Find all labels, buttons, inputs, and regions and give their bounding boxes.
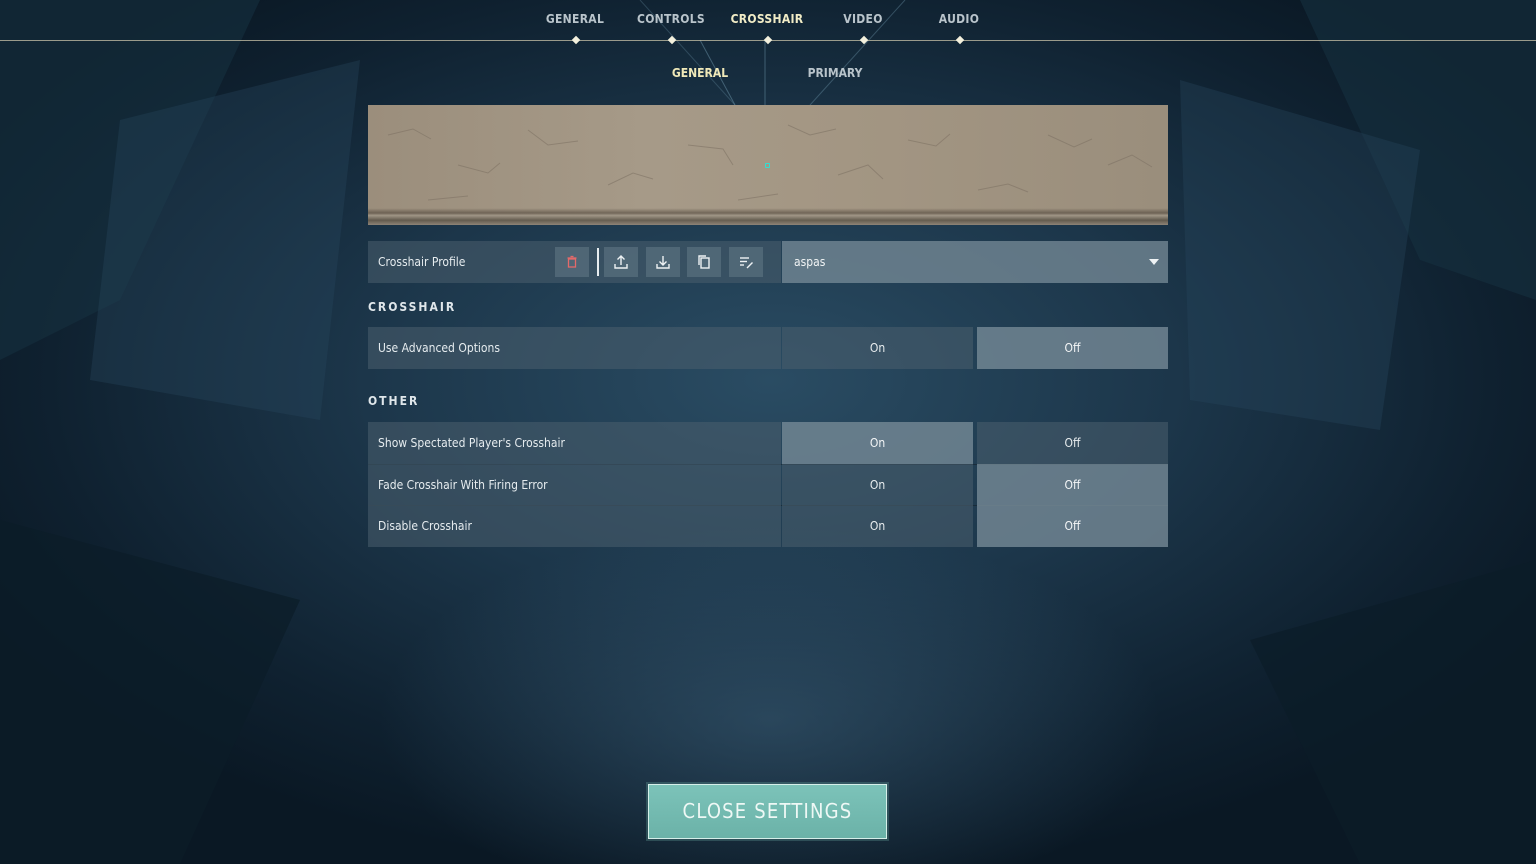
rename-profile-button[interactable]: [729, 247, 763, 277]
chevron-down-icon: [1149, 259, 1159, 265]
section-title-other: OTHER: [368, 394, 420, 408]
tab-general-marker: [571, 35, 581, 45]
profile-dropdown[interactable]: aspas: [782, 241, 1168, 283]
copy-icon: [698, 255, 710, 269]
disable-crosshair-on-button[interactable]: On: [782, 505, 973, 547]
profile-dropdown-value: aspas: [794, 255, 826, 269]
import-profile-button[interactable]: [646, 247, 680, 277]
advanced-options-off-button[interactable]: Off: [977, 327, 1168, 369]
top-nav: GENERAL CONTROLS CROSSHAIR VIDEO AUDIO: [0, 0, 1536, 45]
duplicate-profile-button[interactable]: [687, 247, 721, 277]
download-icon: [656, 256, 670, 269]
subtab-primary[interactable]: PRIMARY: [775, 66, 895, 80]
setting-row-fade-crosshair: Fade Crosshair With Firing Error On Off: [368, 464, 1168, 506]
delete-profile-button[interactable]: [555, 247, 589, 277]
disable-crosshair-off-button[interactable]: Off: [977, 505, 1168, 547]
crosshair-dot: [765, 163, 770, 168]
export-profile-button[interactable]: [604, 247, 638, 277]
setting-label-advanced-options: Use Advanced Options: [378, 341, 500, 355]
upload-icon: [614, 255, 628, 269]
subtab-general[interactable]: GENERAL: [640, 66, 760, 80]
crosshair-preview: [368, 105, 1168, 225]
setting-row-spectated-crosshair: Show Spectated Player's Crosshair On Off: [368, 422, 1168, 464]
tab-crosshair-marker: [763, 35, 773, 45]
tab-video-marker: [859, 35, 869, 45]
fade-crosshair-off-button[interactable]: Off: [977, 464, 1168, 506]
setting-label-fade-crosshair: Fade Crosshair With Firing Error: [378, 478, 548, 492]
trash-icon: [567, 255, 577, 268]
section-title-crosshair: CROSSHAIR: [368, 300, 457, 314]
crosshair-profile-row: Crosshair Profile aspas: [368, 241, 1168, 283]
toolbar-separator: [597, 248, 599, 276]
fade-crosshair-on-button[interactable]: On: [782, 464, 973, 506]
setting-label-spectated-crosshair: Show Spectated Player's Crosshair: [378, 436, 565, 450]
spectated-crosshair-off-button[interactable]: Off: [977, 422, 1168, 464]
close-settings-button[interactable]: CLOSE SETTINGS: [648, 784, 887, 839]
tab-audio-marker: [955, 35, 965, 45]
advanced-options-on-button[interactable]: On: [782, 327, 973, 369]
setting-row-disable-crosshair: Disable Crosshair On Off: [368, 505, 1168, 547]
spectated-crosshair-on-button[interactable]: On: [782, 422, 973, 464]
tab-controls-marker: [667, 35, 677, 45]
setting-row-advanced-options: Use Advanced Options On Off: [368, 327, 1168, 369]
setting-label-disable-crosshair: Disable Crosshair: [378, 519, 472, 533]
rename-icon: [740, 257, 753, 269]
profile-label: Crosshair Profile: [378, 255, 466, 269]
tab-audio[interactable]: AUDIO: [899, 12, 1019, 26]
